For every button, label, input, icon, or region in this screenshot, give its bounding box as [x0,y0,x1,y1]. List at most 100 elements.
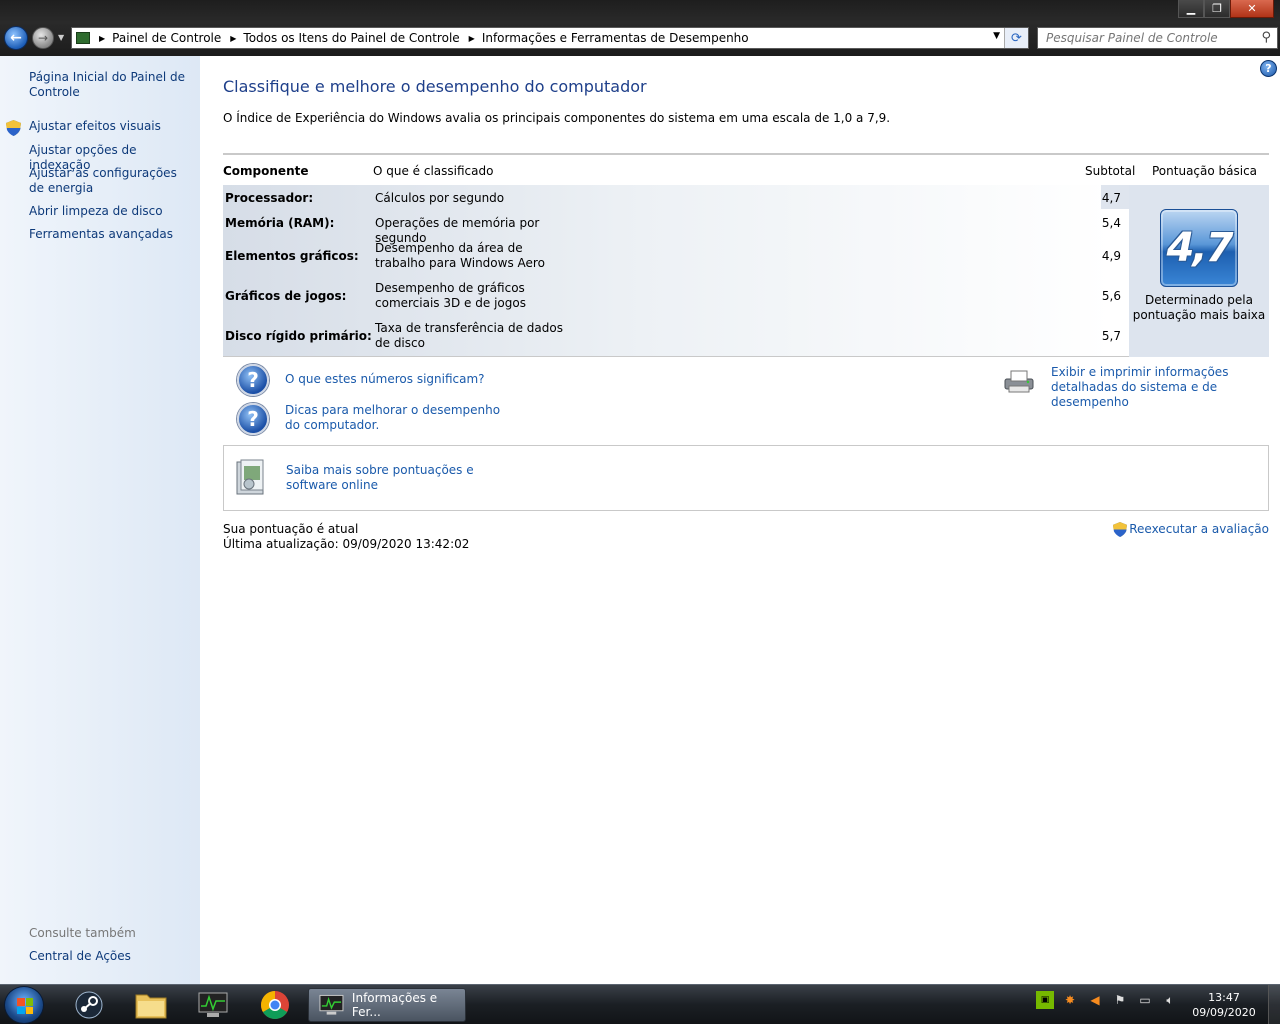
clock-date: 09/09/2020 [1192,1006,1256,1019]
sidebar-item-home[interactable]: Página Inicial do Painel de Controle [29,70,189,100]
breadcrumb-chevron-icon[interactable]: ▶ [469,34,475,43]
refresh-button[interactable]: ⟳ [1004,28,1028,48]
start-button[interactable] [4,986,44,1024]
volume-muted-icon[interactable]: ◀ [1086,991,1104,1009]
question-icon: ? [237,364,269,396]
taskbar-steam[interactable] [62,988,116,1022]
taskbar-window-title: Informações e Fer... [351,991,438,1019]
nvidia-icon[interactable]: ▣ [1036,991,1054,1009]
windows-logo-icon [17,998,33,1014]
history-dropdown[interactable]: ▼ [58,33,64,42]
table-header: Componente O que é classificado Subtotal… [223,153,1269,185]
base-score-badge: 4,7 [1160,209,1238,287]
help-button[interactable]: ? [1260,60,1277,77]
minimize-button[interactable]: ▁ [1178,0,1204,18]
component-subtotal: 5,4 [1101,216,1121,230]
search-icon[interactable]: ⚲ [1261,30,1271,45]
intro-text: O Índice de Experiência do Windows avali… [223,111,891,125]
column-header-component: Componente [223,164,309,178]
action-center-flag-icon[interactable]: ⚑ [1111,991,1129,1009]
component-name: Elementos gráficos: [225,249,359,263]
table-row: Elementos gráficos: Desempenho da área d… [223,235,1129,275]
page-title: Classifique e melhore o desempenho do co… [223,77,647,96]
sidebar-item-label: Central de Ações [29,949,131,963]
sidebar-item-label: Página Inicial do Painel de Controle [29,70,185,99]
component-description: Cálculos por segundo [375,191,505,205]
volume-icon[interactable]: 🔈︎ [1161,991,1179,1009]
last-update-text: Última atualização: 09/09/2020 13:42:02 [223,537,470,551]
breadcrumb-item[interactable]: Informações e Ferramentas de Desempenho [482,31,749,45]
close-button[interactable]: ✕ [1230,0,1274,18]
window-controls: ▁ ❐ ✕ [1178,0,1274,18]
sidebar-item-visual-effects[interactable]: Ajustar efeitos visuais [29,119,189,134]
forward-button[interactable]: → [32,27,54,49]
component-subtotal: 4,7 [1101,191,1121,205]
sidebar-item-label: Abrir limpeza de disco [29,204,163,218]
numbers-meaning-link[interactable]: O que estes números significam? [285,372,485,387]
folder-icon [135,994,167,1019]
breadcrumb: ▶ Painel de Controle ▶ Todos os Itens do… [90,31,749,45]
monitor-icon [198,992,228,1017]
sidebar-item-label: Ferramentas avançadas [29,227,174,241]
breadcrumb-chevron-icon[interactable]: ▶ [99,34,105,43]
taskbar-explorer[interactable] [124,988,178,1022]
learn-more-link[interactable]: Saiba mais sobre pontuações e software o… [286,463,516,493]
steam-icon [75,991,103,1019]
table-body: Processador: Cálculos por segundo 4,7 Me… [223,185,1269,357]
software-box-icon [236,459,264,495]
arrow-left-icon: ← [10,30,22,46]
taskbar-chrome[interactable] [248,988,302,1022]
component-description: Taxa de transferência de dados de disco [375,321,563,350]
avast-icon[interactable]: ✸ [1061,991,1079,1009]
address-dropdown[interactable]: ▼ [993,31,1000,41]
component-subtotal: 4,9 [1101,249,1121,263]
back-button[interactable]: ← [4,26,28,50]
rerun-assessment-link[interactable]: Reexecutar a avaliação [1129,522,1269,537]
control-panel-icon [76,32,90,44]
table-row: Gráficos de jogos: Desempenho de gráfico… [223,275,1129,315]
content-pane: ? Classifique e melhore o desempenho do … [200,56,1280,984]
component-subtotal: 5,7 [1101,329,1121,343]
sidebar-item-advanced-tools[interactable]: Ferramentas avançadas [29,227,189,242]
column-header-what: O que é classificado [373,164,494,178]
address-bar[interactable]: ▶ Painel de Controle ▶ Todos os Itens do… [71,27,1029,49]
sidebar-item-label: Ajustar efeitos visuais [29,119,161,133]
component-description: Desempenho de gráficos comerciais 3D e d… [375,281,526,310]
component-name: Disco rígido primário: [225,329,372,343]
maximize-button[interactable]: ❐ [1204,0,1230,18]
taskbar-clock[interactable]: 13:47 09/09/2020 [1186,990,1262,1020]
network-icon[interactable]: ▭ [1136,991,1154,1009]
component-subtotal: 5,6 [1101,289,1121,303]
component-name: Processador: [225,191,314,205]
score-current-text: Sua pontuação é atual [223,522,359,536]
uac-shield-icon [1113,522,1128,537]
taskbar-task-manager[interactable] [186,988,240,1022]
question-icon: ? [237,403,269,435]
base-score-note: Determinado pela pontuação mais baixa [1132,293,1266,322]
performance-monitor-icon [319,994,344,1015]
search-input[interactable] [1046,31,1256,45]
sidebar-item-action-center[interactable]: Central de Ações [29,949,189,964]
system-tray: ▣ ✸ ◀ ⚑ ▭ 🔈︎ [1036,991,1179,1009]
show-desktop-button[interactable] [1268,985,1280,1024]
breadcrumb-item[interactable]: Todos os Itens do Painel de Controle [243,31,459,45]
experience-index-table: Componente O que é classificado Subtotal… [223,153,1269,357]
breadcrumb-item[interactable]: Painel de Controle [112,31,221,45]
taskbar-active-window[interactable]: Informações e Fer... [308,988,466,1022]
printer-icon [1004,370,1034,393]
column-header-subtotal: Subtotal [1085,164,1136,178]
performance-tips-link[interactable]: Dicas para melhorar o desempenho do comp… [285,403,505,433]
table-row: Disco rígido primário: Taxa de transferê… [223,315,1129,355]
rerun-assessment[interactable]: Reexecutar a avaliação [1113,522,1269,537]
sidebar-item-disk-cleanup[interactable]: Abrir limpeza de disco [29,204,189,219]
uac-shield-icon [6,120,21,136]
component-name: Gráficos de jogos: [225,289,347,303]
search-box: ⚲ [1037,27,1278,49]
component-description: Desempenho da área de trabalho para Wind… [375,241,545,270]
chrome-icon [261,991,289,1019]
task-pane: Página Inicial do Painel de Controle Aju… [0,56,200,984]
refresh-icon: ⟳ [1011,30,1022,46]
breadcrumb-chevron-icon[interactable]: ▶ [230,34,236,43]
print-details-link[interactable]: Exibir e imprimir informações detalhadas… [1051,365,1273,410]
sidebar-item-power[interactable]: Ajustar as configurações de energia [29,166,189,196]
